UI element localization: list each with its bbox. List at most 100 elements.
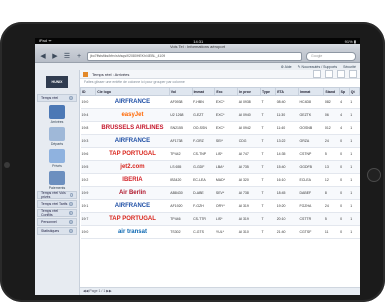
plane-arrival-icon: [49, 105, 65, 119]
column-header[interactable]: Immat: [298, 87, 325, 96]
sidebar-item-payments[interactable]: Paiements: [35, 171, 79, 190]
cell-id: 19:7: [80, 212, 96, 226]
airline-logo: IBERIA: [122, 177, 143, 183]
cell-vol: U2 1268: [169, 108, 193, 122]
chevron-icon: ▾: [69, 96, 73, 100]
cell-vol: AF0938: [169, 95, 193, 109]
cell-sp: 0: [339, 225, 350, 239]
table-row[interactable]: 19:8 BRUSSELS AIRLINES SN2155 OO-SSN EXC…: [80, 121, 360, 135]
cell-eta: 11:40: [275, 121, 299, 135]
cell-immat: G-GDF: [192, 160, 215, 174]
cell-immat: EC-LEA: [192, 173, 215, 187]
cell-eta: 18:45: [275, 186, 299, 200]
sidebar-item-departures[interactable]: Départs: [35, 127, 79, 146]
cell-type: T: [260, 108, 276, 122]
cell-id: 19:9: [80, 186, 96, 200]
column-header[interactable]: Cie logo: [95, 87, 170, 96]
cell-qt: 1: [349, 108, 360, 122]
back-icon[interactable]: ◀: [39, 52, 47, 60]
cell-type: T: [260, 121, 276, 135]
cell-exc: ORY*: [214, 199, 238, 213]
cell-immat2: CSTNP: [298, 147, 324, 161]
column-header[interactable]: Type: [259, 87, 277, 96]
sidebar-section-conflicts[interactable]: Temps réel Conflits ▾: [37, 209, 77, 217]
close-button[interactable]: [349, 70, 357, 78]
bookmarks-icon[interactable]: ☰: [63, 52, 71, 60]
airline-logo: AIRFRANCE: [114, 99, 151, 105]
cell-stand: 06: [323, 108, 340, 122]
sidebar-item-arrivals[interactable]: Arrivées: [35, 105, 79, 124]
airline-logo: Air Berlin: [118, 190, 146, 196]
add-bookmark-icon[interactable]: +: [75, 53, 83, 60]
sidebar-section-label: Temps réel Vols privés: [41, 191, 66, 199]
export-button[interactable]: [325, 70, 333, 78]
table-row[interactable]: 19:1 AIRFRANCE AF1920 F-GZH ORY* AI 319 …: [80, 199, 360, 213]
security-link[interactable]: Sécurité: [343, 65, 356, 69]
table-row[interactable]: 19:2 IBERIA IB3420 EC-LEA MAD* AI 320 T …: [80, 173, 360, 187]
news-link[interactable]: ✎ Nouveautés / Supports: [298, 65, 338, 69]
cell-id: 19:5: [80, 160, 96, 174]
cell-prov: AI 0940: [237, 108, 261, 122]
table-row[interactable]: 19:6 TAP PORTUGAL TP442 CS-TNP LIS* AI 7…: [80, 147, 360, 161]
sidebar-section-private-flights[interactable]: Temps réel Vols privés ▾: [37, 191, 77, 199]
table-row[interactable]: 19:0 AIRFRANCE AF0938 F-HBN EXC* AI 0938…: [80, 95, 360, 109]
cell-stand: 11: [323, 225, 340, 239]
airline-logo: air transat: [117, 229, 147, 235]
sidebar-section-label: Temps réel Tarifs: [41, 202, 68, 206]
cell-eta: 08:40: [275, 95, 299, 109]
pager[interactable]: ◀◀ Page 1 / 1 ▶▶: [80, 287, 360, 295]
cell-id: 19:2: [80, 173, 96, 187]
cell-vol: AF1920: [169, 199, 193, 213]
table-row[interactable]: 19:3 AIRFRANCE AF1738 F-GRZ SEI* CDG T 1…: [80, 134, 360, 148]
table-row[interactable]: 19:5 jet2.com LS 655 G-GDF LBA* AI 735 T…: [80, 160, 360, 174]
airline-logo: BRUSSELS AIRLINES: [101, 125, 164, 131]
cell-type: T: [260, 225, 276, 239]
sidebar-item-private[interactable]: Privés: [35, 149, 79, 168]
sidebar-section-realtime[interactable]: Temps réel ▾: [37, 94, 77, 102]
cell-eta: 13:22: [275, 134, 299, 148]
cell-exc: LIS*: [214, 147, 238, 161]
orange-marker-icon: [83, 71, 88, 77]
cell-exc: EXC*: [214, 108, 238, 122]
forward-icon[interactable]: ▶: [51, 52, 59, 60]
column-header[interactable]: Qt: [348, 87, 360, 96]
cell-immat2: GGDFB: [298, 160, 324, 174]
cell-prov: AI 747: [237, 147, 261, 161]
column-header[interactable]: ID: [79, 87, 97, 96]
cell-immat2: OOSNB: [298, 121, 324, 135]
cell-sp: 0: [339, 173, 350, 187]
column-header[interactable]: Exc: [214, 87, 239, 96]
cell-prov: AI 0942: [237, 121, 261, 135]
sidebar-section-staff[interactable]: Personnel ▾: [37, 218, 77, 226]
table-row[interactable]: 19:9 Air Berlin AB8430 D-ABE SEV* AI 738…: [80, 186, 360, 200]
home-button[interactable]: [367, 168, 381, 182]
table-row[interactable]: 19:7 TAP PORTUGAL TP446 CS-TTR LIS* AI 3…: [80, 212, 360, 226]
settings-button[interactable]: [337, 70, 345, 78]
grid-toolbar: Temps réel : Arrivées: [80, 70, 360, 79]
refresh-button[interactable]: [313, 70, 321, 78]
help-link[interactable]: ⚙ Aide: [281, 65, 292, 69]
column-header[interactable]: Sp: [338, 87, 350, 96]
cell-eta: 21:40: [275, 225, 299, 239]
sidebar-section-fares[interactable]: Temps réel Tarifs ▾: [37, 200, 77, 208]
table-row[interactable]: 19:4 easyJet U2 1268 G-EZT EXC* AI 0940 …: [80, 108, 360, 122]
column-header[interactable]: Vol: [168, 87, 193, 96]
cell-logo: TAP PORTUGAL: [95, 212, 170, 226]
search-input[interactable]: Google: [306, 51, 356, 61]
cell-immat: F-GZH: [192, 199, 215, 213]
column-header[interactable]: Immat: [191, 87, 216, 96]
column-header[interactable]: ETA: [275, 87, 300, 96]
cell-vol: TP446: [169, 212, 193, 226]
column-header[interactable]: In prov: [237, 87, 261, 96]
airline-logo: easyJet: [121, 112, 144, 118]
address-bar[interactable]: jbo7ffstsfiks/bfrv/sh/sqs/f/2080HEKh/4EB…: [87, 51, 302, 61]
sidebar-section-stats[interactable]: Statistiques ▾: [37, 227, 77, 235]
cell-stand: 082: [323, 95, 340, 109]
chevron-icon: ▾: [69, 202, 73, 206]
airline-logo: TAP PORTUGAL: [109, 216, 156, 222]
cell-sp: 0: [339, 160, 350, 174]
table-row[interactable]: 19:0 air transat TS302 C-GTS YUL* AI 310…: [80, 225, 360, 239]
cell-id: 19:3: [80, 134, 96, 148]
cell-prov: AI 319: [237, 199, 261, 213]
column-header[interactable]: Stand: [323, 87, 340, 96]
